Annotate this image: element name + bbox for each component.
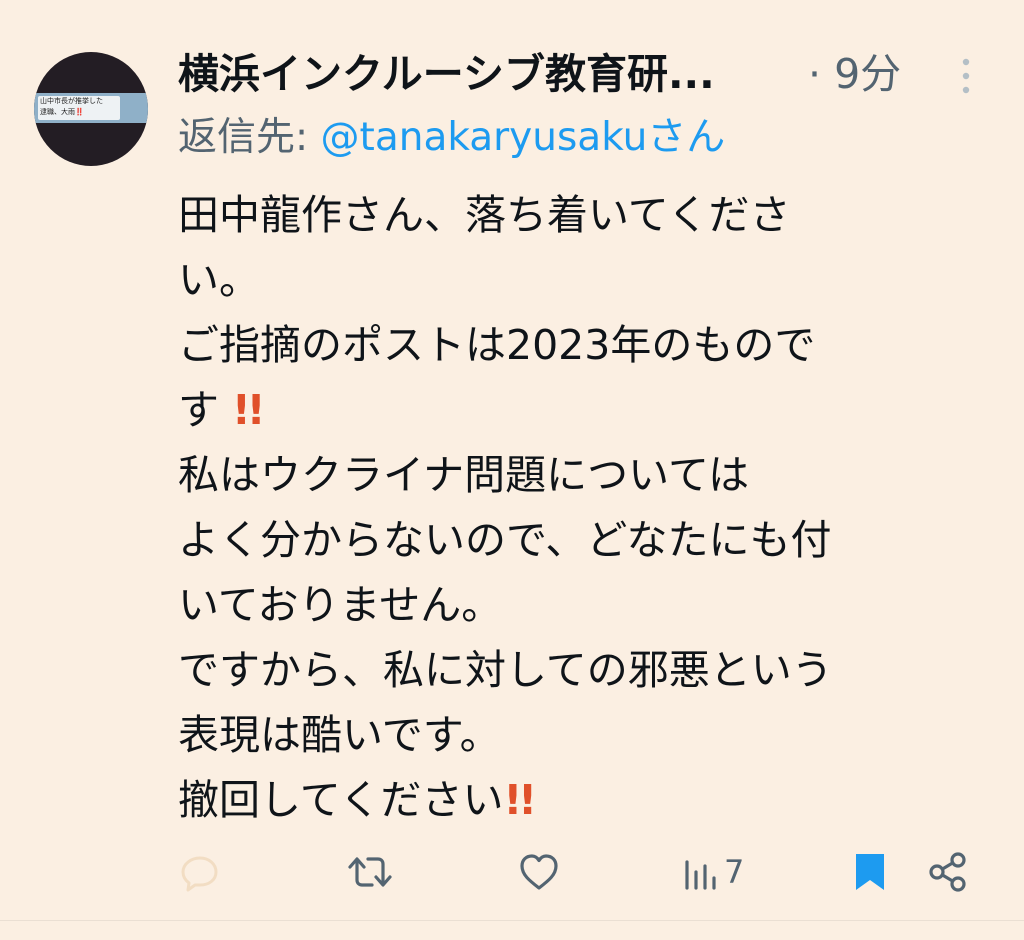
like-button[interactable] bbox=[516, 848, 562, 896]
retweet-button[interactable] bbox=[346, 848, 394, 896]
avatar-banner: 山中市長が推挙した 逮職、大雨‼️ bbox=[34, 93, 148, 123]
double-exclamation-icon: !! bbox=[503, 776, 537, 824]
double-exclamation-icon: !! bbox=[232, 386, 265, 434]
reply-prefix: 返信先: bbox=[178, 115, 321, 160]
body-line: い。 bbox=[178, 256, 260, 304]
reply-icon bbox=[181, 856, 218, 892]
tweet-body: 田中龍作さん、落ち着いてくださ い。 ご指摘のポストは2023年のもので す !… bbox=[178, 183, 968, 833]
views-count: 7 bbox=[724, 853, 745, 891]
avatar[interactable]: 山中市長が推挙した 逮職、大雨‼️ bbox=[34, 52, 148, 166]
body-line: よく分からないので、どなたにも付 bbox=[178, 516, 832, 564]
body-line: 撤回してください!! bbox=[178, 776, 537, 824]
tweet-time[interactable]: · 9分 bbox=[808, 48, 901, 100]
body-line: 田中龍作さん、落ち着いてくださ bbox=[178, 191, 791, 239]
display-name[interactable]: 横浜インクルーシブ教育研... bbox=[178, 48, 715, 100]
body-line: いておりません。 bbox=[178, 581, 503, 629]
views-button[interactable]: 7 bbox=[680, 848, 744, 896]
divider bbox=[0, 920, 1024, 921]
share-icon bbox=[929, 852, 966, 892]
avatar-banner-text: 山中市長が推挙した 逮職、大雨‼️ bbox=[38, 96, 120, 120]
retweet-icon bbox=[348, 857, 392, 887]
share-button[interactable] bbox=[926, 848, 970, 896]
body-line: ご指摘のポストは2023年のもので bbox=[178, 321, 816, 369]
reply-context: 返信先: @tanakaryusakuさん bbox=[178, 112, 725, 164]
more-vertical-icon[interactable] bbox=[956, 56, 976, 96]
views-icon bbox=[685, 860, 716, 890]
body-line: す !! bbox=[178, 386, 266, 434]
action-bar: 7 bbox=[0, 848, 1024, 896]
bookmark-icon bbox=[856, 854, 884, 890]
body-line: ですから、私に対しての邪悪という bbox=[178, 646, 833, 694]
heart-icon bbox=[520, 854, 558, 890]
bookmark-button[interactable] bbox=[850, 848, 890, 896]
reply-button[interactable] bbox=[178, 848, 222, 896]
body-line: 私はウクライナ問題については bbox=[178, 451, 750, 499]
reply-handle-link[interactable]: @tanakaryusakuさん bbox=[321, 115, 726, 160]
tweet[interactable]: 山中市長が推挙した 逮職、大雨‼️ 横浜インクルーシブ教育研... · 9分 返… bbox=[0, 0, 1024, 940]
body-line: 表現は酷いです。 bbox=[178, 711, 501, 759]
